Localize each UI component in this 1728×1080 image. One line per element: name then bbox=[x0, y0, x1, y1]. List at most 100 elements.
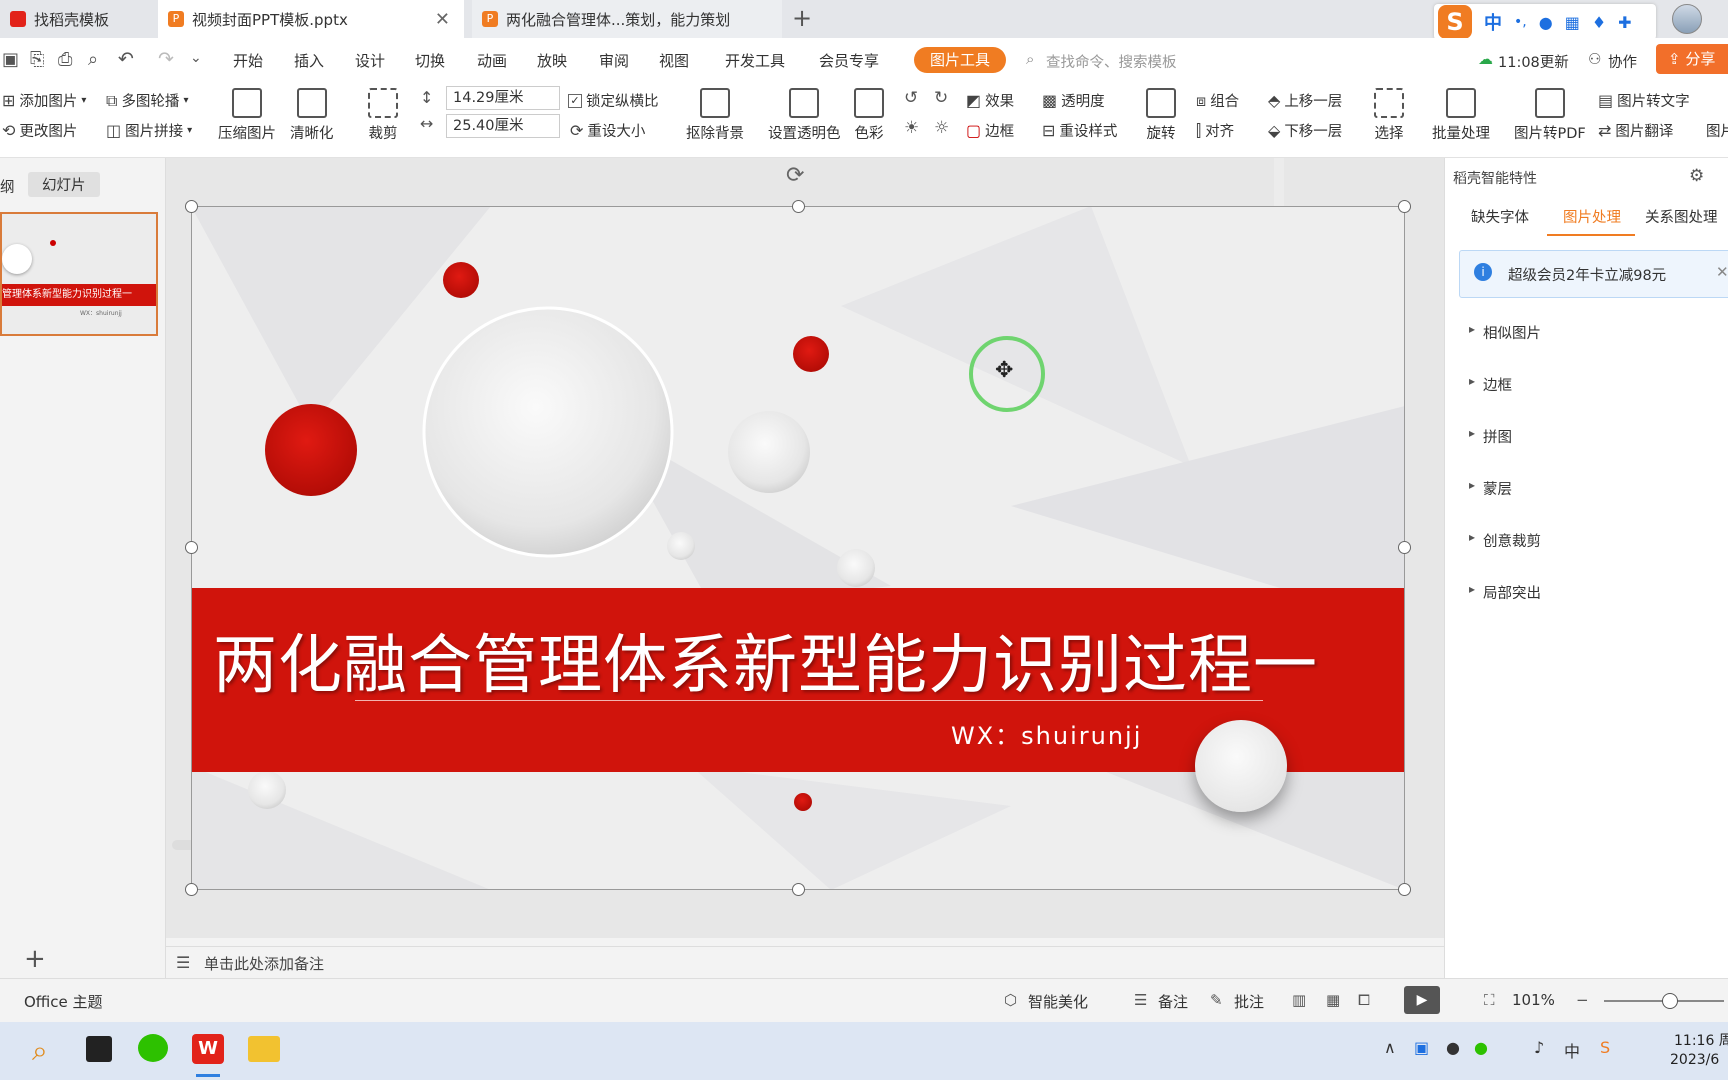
menu-member[interactable]: 会员专享 bbox=[819, 50, 879, 71]
tab-missing-fonts[interactable]: 缺失字体 bbox=[1471, 206, 1529, 227]
section-similar-pictures[interactable]: 相似图片 bbox=[1469, 322, 1541, 343]
tray-app-icon[interactable]: ▣ bbox=[1414, 1038, 1429, 1057]
tab-picture-processing[interactable]: 图片处理 bbox=[1563, 206, 1621, 227]
set-transparent-button[interactable]: 设置透明色 bbox=[768, 88, 841, 143]
height-input[interactable]: 14.29厘米 bbox=[446, 86, 560, 110]
resize-handle-w[interactable] bbox=[185, 541, 198, 554]
brightness-up-icon[interactable]: ☀ bbox=[904, 118, 919, 138]
ime-punct[interactable]: •, bbox=[1514, 14, 1527, 30]
carousel-button[interactable]: ⧉ 多图轮播 ▾ bbox=[106, 90, 188, 111]
tab-docer-templates[interactable]: 找稻壳模板 bbox=[0, 0, 152, 38]
slide[interactable]: 两化融合管理体系新型能力识别过程一 WX：shuirunjj ✥ bbox=[191, 206, 1405, 890]
zoom-slider[interactable] bbox=[1604, 993, 1724, 1009]
transparency-button[interactable]: ▩ 透明度 bbox=[1042, 90, 1105, 111]
picture-splice-button[interactable]: ◫ 图片拼接 ▾ bbox=[106, 120, 192, 141]
sticky-notes-icon[interactable] bbox=[86, 1036, 112, 1062]
send-backward-button[interactable]: ⬙ 下移一层 bbox=[1268, 120, 1342, 141]
ime-mode[interactable]: 中 bbox=[1484, 9, 1502, 35]
ime-tray-icon[interactable]: 中 bbox=[1564, 1038, 1580, 1062]
section-creative-crop[interactable]: 创意裁剪 bbox=[1469, 530, 1541, 551]
file-explorer-icon[interactable] bbox=[248, 1036, 280, 1062]
border-button[interactable]: ▢ 边框 bbox=[966, 120, 1014, 141]
share-button[interactable]: ⇪ 分享 bbox=[1656, 44, 1728, 74]
width-input[interactable]: 25.40厘米 bbox=[446, 114, 560, 138]
menu-view[interactable]: 视图 bbox=[659, 50, 689, 71]
microphone-icon[interactable]: ● bbox=[1539, 13, 1553, 32]
menu-animation[interactable]: 动画 bbox=[477, 50, 507, 71]
crop-button[interactable]: 裁剪 bbox=[368, 88, 398, 143]
slide-subtitle[interactable]: WX：shuirunjj bbox=[951, 716, 1142, 751]
picture-to-text-button[interactable]: ▤ 图片转文字 bbox=[1598, 90, 1690, 111]
resize-handle-sw[interactable] bbox=[185, 883, 198, 896]
add-picture-button[interactable]: ⊞ 添加图片 ▾ bbox=[2, 90, 86, 111]
menu-developer[interactable]: 开发工具 bbox=[725, 50, 785, 71]
sorter-view-icon[interactable]: ▦ bbox=[1326, 991, 1340, 1009]
search-icon[interactable]: ⌕ bbox=[32, 1034, 48, 1068]
avatar[interactable] bbox=[1672, 4, 1702, 34]
resize-handle-nw[interactable] bbox=[185, 200, 198, 213]
rotate-right-icon[interactable]: ↻ bbox=[934, 88, 948, 108]
section-collage[interactable]: 拼图 bbox=[1469, 426, 1512, 447]
preview-icon[interactable]: ⌕ bbox=[88, 49, 98, 70]
toolbox-icon[interactable]: ✚ bbox=[1618, 13, 1631, 32]
settings-icon[interactable]: ⚙ bbox=[1689, 166, 1704, 186]
clock-time[interactable]: 11:16 周 bbox=[1674, 1030, 1728, 1050]
panel-header[interactable]: 稻壳智能特性 bbox=[1453, 168, 1537, 188]
sogou-tray-icon[interactable]: S bbox=[1600, 1038, 1610, 1057]
section-border[interactable]: 边框 bbox=[1469, 374, 1512, 395]
lock-ratio-checkbox[interactable]: ✓ 锁定纵横比 bbox=[568, 90, 659, 111]
tab-picture-tools[interactable]: 图片工具 bbox=[914, 47, 1007, 73]
tray-wechat-icon[interactable]: ● bbox=[1474, 1038, 1488, 1057]
menu-slideshow[interactable]: 放映 bbox=[537, 50, 567, 71]
mic-icon[interactable]: ● bbox=[1446, 1038, 1460, 1057]
wps-icon[interactable]: W bbox=[192, 1034, 224, 1064]
wechat-icon[interactable] bbox=[138, 1034, 168, 1062]
fit-window-icon[interactable]: ⛶ bbox=[1484, 991, 1495, 1009]
zoom-level[interactable]: 101% bbox=[1512, 991, 1555, 1009]
sharpen-button[interactable]: 清晰化 bbox=[290, 88, 334, 143]
zoom-slider-knob[interactable] bbox=[1662, 993, 1678, 1009]
section-mask[interactable]: 蒙层 bbox=[1469, 478, 1512, 499]
collab-button[interactable]: 协作 bbox=[1608, 51, 1637, 72]
notes-bar[interactable]: ☰ 单击此处添加备注 bbox=[166, 946, 1444, 978]
tab-outline[interactable]: 纲 bbox=[0, 176, 15, 197]
normal-view-icon[interactable]: ▥ bbox=[1292, 991, 1306, 1009]
print-icon[interactable]: ⎙ bbox=[58, 49, 72, 70]
picture-more-button[interactable]: 图片 bbox=[1706, 120, 1728, 141]
menu-start[interactable]: 开始 bbox=[233, 50, 263, 71]
ime-toolbar[interactable]: S 中 •, ● ▦ ♦ ✚ bbox=[1434, 4, 1656, 40]
new-tab-button[interactable]: + bbox=[792, 4, 812, 32]
menu-design[interactable]: 设计 bbox=[355, 50, 385, 71]
menu-review[interactable]: 审阅 bbox=[599, 50, 629, 71]
batch-process-button[interactable]: 批量处理 bbox=[1432, 88, 1490, 143]
picture-to-pdf-button[interactable]: 图片转PDF bbox=[1514, 88, 1586, 143]
remove-background-button[interactable]: 抠除背景 bbox=[686, 88, 744, 143]
change-picture-button[interactable]: ⟲ 更改图片 bbox=[2, 120, 77, 141]
rotate-handle-icon[interactable]: ⟳ bbox=[786, 163, 804, 188]
align-button[interactable]: ⫿ 对齐 bbox=[1196, 120, 1234, 141]
effect-button[interactable]: ◩ 效果 bbox=[966, 90, 1014, 111]
slide-thumbnail-1[interactable]: 管理体系新型能力识别过程一 WX：shuirunjj bbox=[0, 212, 158, 336]
select-button[interactable]: 选择 bbox=[1374, 88, 1404, 143]
undo-icon[interactable]: ↶ bbox=[118, 48, 134, 70]
clock-date[interactable]: 2023/6 bbox=[1670, 1052, 1719, 1068]
slide-title[interactable]: 两化融合管理体系新型能力识别过程一 bbox=[213, 614, 1373, 706]
brightness-down-icon[interactable]: ☼ bbox=[934, 118, 949, 138]
rotate-left-icon[interactable]: ↺ bbox=[904, 88, 918, 108]
reset-style-button[interactable]: ⊟ 重设样式 bbox=[1042, 120, 1117, 141]
section-local-highlight[interactable]: 局部突出 bbox=[1469, 582, 1541, 603]
compress-picture-button[interactable]: 压缩图片 bbox=[218, 88, 276, 143]
resize-handle-s[interactable] bbox=[792, 883, 805, 896]
bring-forward-button[interactable]: ⬘ 上移一层 bbox=[1268, 90, 1342, 111]
notes-toggle-button[interactable]: 备注 bbox=[1158, 991, 1188, 1012]
close-icon[interactable]: ✕ bbox=[1716, 263, 1728, 281]
smart-beautify-button[interactable]: 智能美化 bbox=[1028, 991, 1088, 1012]
group-button[interactable]: ⧈ 组合 bbox=[1196, 90, 1239, 111]
close-tab-icon[interactable]: ✕ bbox=[435, 9, 450, 30]
comments-button[interactable]: 批注 bbox=[1234, 991, 1264, 1012]
command-search-input[interactable]: 查找命令、搜索模板 bbox=[1046, 51, 1177, 72]
color-button[interactable]: 色彩 bbox=[854, 88, 884, 143]
play-slideshow-button[interactable]: ▶ bbox=[1404, 986, 1440, 1014]
quick-access-dropdown-icon[interactable]: ⌄ bbox=[190, 50, 202, 66]
resize-handle-n[interactable] bbox=[792, 200, 805, 213]
